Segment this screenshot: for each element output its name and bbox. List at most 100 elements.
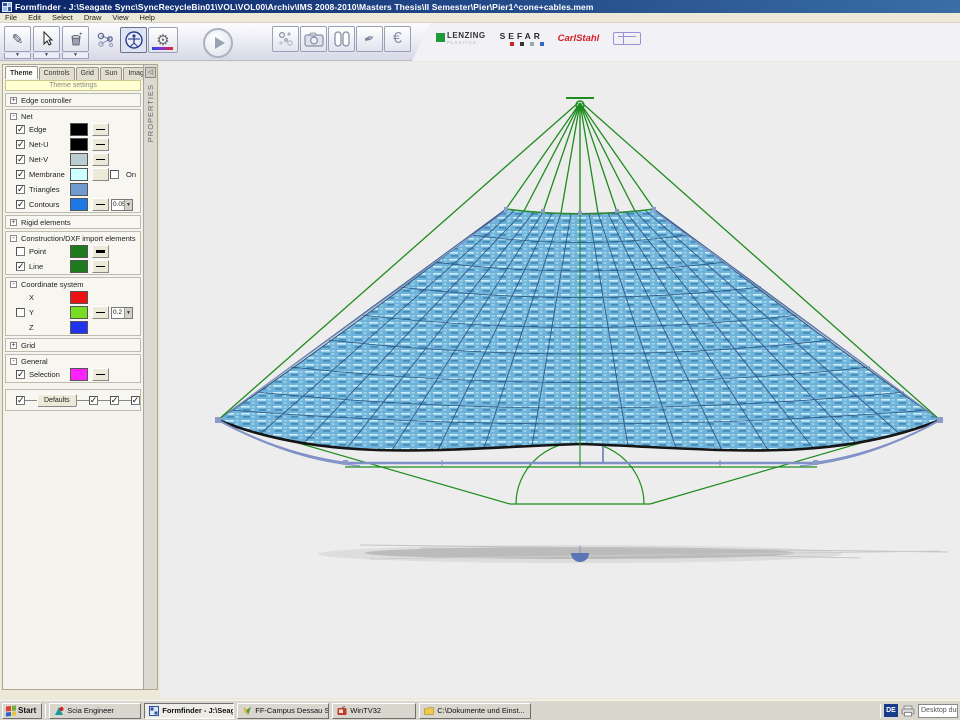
net-u-checkbox[interactable]: [16, 140, 25, 149]
taskbar-button-explorer[interactable]: C:\Dokumente und Einst...: [419, 703, 531, 719]
section-label: General: [21, 357, 48, 366]
play-icon: [215, 37, 225, 49]
triangles-color-swatch[interactable]: [70, 183, 88, 196]
line-style-button[interactable]: [92, 138, 109, 151]
menu-edit[interactable]: Edit: [28, 13, 41, 22]
formfinding-network-icon: [96, 30, 116, 50]
line-style-button[interactable]: [92, 153, 109, 166]
y-axis-color-swatch[interactable]: [70, 306, 88, 319]
paint-bucket-tool-button[interactable]: +: [62, 26, 89, 52]
axis-scale-select[interactable]: 0.2▼: [111, 307, 133, 319]
row-selection: Selection: [6, 367, 140, 382]
contours-checkbox[interactable]: [16, 200, 25, 209]
desktop-search-box[interactable]: Desktop durchs: [918, 704, 958, 718]
window-title: Formfinder - J:\Seagate Sync\SyncRecycle…: [15, 2, 594, 12]
line-style-button[interactable]: [92, 123, 109, 136]
language-indicator[interactable]: DE: [884, 704, 898, 717]
menu-draw[interactable]: Draw: [84, 13, 102, 22]
section-label: Edge controller: [21, 96, 71, 105]
x-axis-color-swatch[interactable]: [70, 291, 88, 304]
viewport-canvas[interactable]: [160, 62, 960, 698]
pencil-tool-button[interactable]: ✎: [4, 26, 31, 52]
expander-icon[interactable]: +: [10, 342, 17, 349]
scia-icon: [54, 706, 64, 716]
line-style-button[interactable]: [92, 306, 109, 319]
membrane-checkbox[interactable]: [16, 170, 25, 179]
taskbar: Start Scia Engineer Formfinder - J:\Seag…: [0, 700, 960, 720]
edge-checkbox[interactable]: [16, 125, 25, 134]
menu-file[interactable]: File: [5, 13, 17, 22]
section-label: Construction/DXF import elements: [21, 234, 136, 243]
select-tool-button[interactable]: [33, 26, 60, 52]
net-v-color-swatch[interactable]: [70, 153, 88, 166]
defaults-button[interactable]: Defaults: [37, 394, 77, 407]
carlstahl-logo: CarlStahl: [558, 33, 600, 44]
line-style-button[interactable]: [92, 198, 109, 211]
expander-icon[interactable]: +: [10, 97, 17, 104]
taskbar-button-ffcampus[interactable]: FF-Campus Dessau Scre...: [237, 703, 329, 719]
camera-tool-button[interactable]: [300, 26, 327, 52]
contour-interval-select[interactable]: 0.05▼: [111, 199, 133, 211]
contours-color-swatch[interactable]: [70, 198, 88, 211]
net-u-color-swatch[interactable]: [70, 138, 88, 151]
line-color-swatch[interactable]: [70, 260, 88, 273]
selection-checkbox[interactable]: [16, 370, 25, 379]
point-checkbox[interactable]: [16, 247, 25, 256]
taskbar-button-scia[interactable]: Scia Engineer: [49, 703, 141, 719]
defaults-row: Defaults: [5, 389, 141, 411]
membrane-color-swatch[interactable]: [70, 168, 88, 181]
euro-tool-button[interactable]: €: [384, 26, 411, 52]
z-axis-color-swatch[interactable]: [70, 321, 88, 334]
section-edge-controller: + Edge controller: [5, 93, 141, 107]
membrane-mesh[interactable]: [218, 209, 940, 450]
play-button[interactable]: [203, 28, 233, 58]
row-z-axis: Z: [6, 320, 140, 335]
menu-select[interactable]: Select: [52, 13, 73, 22]
collapse-panel-arrow[interactable]: ◁: [145, 67, 156, 78]
tab-sun[interactable]: Sun: [100, 67, 122, 80]
feather-tool-button[interactable]: ✒: [356, 26, 383, 52]
tab-theme[interactable]: Theme: [5, 66, 38, 79]
windows-flag-icon: [6, 705, 16, 716]
triangles-checkbox[interactable]: [16, 185, 25, 194]
tab-grid[interactable]: Grid: [76, 67, 99, 80]
render-settings-button[interactable]: ⚙: [148, 27, 178, 53]
line-style-button[interactable]: [92, 260, 109, 273]
line-style-button[interactable]: [92, 368, 109, 381]
taskbar-button-formfinder[interactable]: Formfinder - J:\Seaga...: [144, 703, 234, 719]
membrane-on-checkbox[interactable]: [110, 170, 119, 179]
expander-icon[interactable]: -: [10, 235, 17, 242]
expander-icon[interactable]: -: [10, 113, 17, 120]
paint-bucket-dropdown[interactable]: ▼: [62, 53, 89, 59]
selection-color-swatch[interactable]: [70, 368, 88, 381]
pencil-tool-dropdown[interactable]: ▼: [4, 53, 31, 59]
defaults-checkbox-2[interactable]: [89, 396, 98, 405]
net-v-checkbox[interactable]: [16, 155, 25, 164]
membrane-style-button[interactable]: [92, 168, 109, 181]
title-bar[interactable]: Formfinder - J:\Seagate Sync\SyncRecycle…: [0, 0, 960, 13]
menu-help[interactable]: Help: [140, 13, 155, 22]
expander-icon[interactable]: +: [10, 219, 17, 226]
defaults-checkbox-1[interactable]: [16, 396, 25, 405]
defaults-checkbox-4[interactable]: [131, 396, 140, 405]
tab-controls[interactable]: Controls: [39, 67, 75, 80]
formfinding-tool-button[interactable]: [92, 27, 119, 53]
binoculars-tool-button[interactable]: [328, 26, 355, 52]
menu-view[interactable]: View: [112, 13, 128, 22]
select-tool-dropdown[interactable]: ▼: [33, 53, 60, 59]
start-button[interactable]: Start: [2, 703, 42, 719]
line-checkbox[interactable]: [16, 262, 25, 271]
defaults-checkbox-3[interactable]: [110, 396, 119, 405]
y-axis-checkbox[interactable]: [16, 308, 25, 317]
line-style-button[interactable]: [92, 245, 109, 258]
printer-tray-icon[interactable]: [901, 705, 915, 717]
vitruvian-man-tool-button[interactable]: [120, 27, 147, 53]
viewport[interactable]: [160, 62, 960, 698]
point-color-swatch[interactable]: [70, 245, 88, 258]
particles-tool-button[interactable]: [272, 26, 299, 52]
edge-color-swatch[interactable]: [70, 123, 88, 136]
expander-icon[interactable]: -: [10, 358, 17, 365]
expander-icon[interactable]: -: [10, 281, 17, 288]
partner-logos: LENZING PLASTICS SEFAR CarlStahl: [436, 31, 641, 46]
taskbar-button-wintv[interactable]: WinTV32: [332, 703, 416, 719]
